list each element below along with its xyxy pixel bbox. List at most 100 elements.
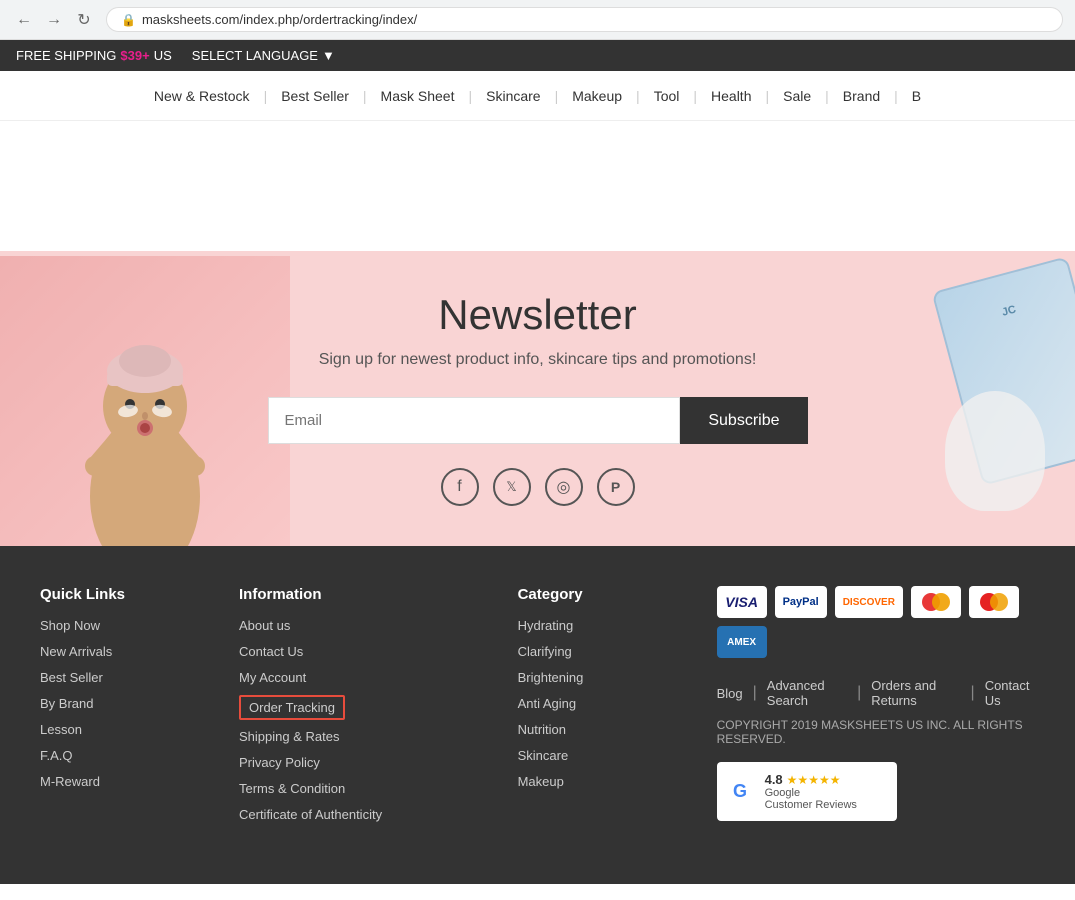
social-icons: f 𝕏 ◎ P (268, 468, 808, 506)
blog-link[interactable]: Blog (717, 686, 743, 701)
forward-button[interactable]: → (42, 8, 66, 32)
makeup-link[interactable]: Makeup (518, 774, 564, 789)
nav-items-list: New & Restock | Best Seller | Mask Sheet… (140, 88, 935, 104)
brightening-link[interactable]: Brightening (518, 670, 584, 685)
instagram-icon[interactable]: ◎ (545, 468, 583, 506)
list-item: Best Seller (40, 669, 239, 687)
anti-aging-link[interactable]: Anti Aging (518, 696, 577, 711)
nav-item-tool[interactable]: Tool (640, 88, 694, 104)
contact-us-link[interactable]: Contact Us (239, 644, 303, 659)
nav-item-health[interactable]: Health (697, 88, 765, 104)
nav-link-new-restock[interactable]: New & Restock (140, 88, 264, 104)
new-arrivals-link[interactable]: New Arrivals (40, 644, 112, 659)
facebook-icon[interactable]: f (441, 468, 479, 506)
nav-item-makeup[interactable]: Makeup (558, 88, 636, 104)
shipping-region: US (154, 48, 172, 63)
amex-payment-icon: AMEX (717, 626, 767, 658)
sep-3: | (971, 684, 975, 702)
information-heading: Information (239, 586, 518, 603)
newsletter-subtitle: Sign up for newest product info, skincar… (268, 351, 808, 369)
list-item: Anti Aging (518, 695, 717, 713)
mastercard-payment-icon (969, 586, 1019, 618)
sep-2: | (857, 684, 861, 702)
google-reviews-widget[interactable]: G 4.8 ★★★★★ Google Customer Reviews (717, 762, 897, 821)
list-item: Shop Now (40, 617, 239, 635)
nav-link-skincare[interactable]: Skincare (472, 88, 554, 104)
category-heading: Category (518, 586, 717, 603)
nutrition-link[interactable]: Nutrition (518, 722, 566, 737)
list-item: Clarifying (518, 643, 717, 661)
pinterest-icon[interactable]: P (597, 468, 635, 506)
by-brand-link[interactable]: By Brand (40, 696, 93, 711)
footer-category: Category Hydrating Clarifying Brightenin… (518, 586, 717, 824)
subscribe-button[interactable]: Subscribe (680, 397, 807, 444)
address-bar[interactable]: 🔒 masksheets.com/index.php/ordertracking… (106, 7, 1063, 32)
nav-link-tool[interactable]: Tool (640, 88, 694, 104)
advanced-search-link[interactable]: Advanced Search (767, 678, 847, 708)
back-button[interactable]: ← (12, 8, 36, 32)
refresh-button[interactable]: ↻ (72, 8, 96, 32)
nav-link-b[interactable]: B (898, 88, 935, 104)
twitter-icon[interactable]: 𝕏 (493, 468, 531, 506)
browser-nav-buttons: ← → ↻ (12, 8, 96, 32)
customer-reviews-label: Customer Reviews (765, 799, 857, 811)
svg-text:G: G (733, 781, 747, 801)
maestro-payment-icon (911, 586, 961, 618)
skincare-link[interactable]: Skincare (518, 748, 569, 763)
orders-returns-link[interactable]: Orders and Returns (871, 678, 960, 708)
email-input[interactable] (268, 397, 681, 444)
newsletter-section: JC Newsletter Sign up for newest product… (0, 251, 1075, 546)
nav-link-makeup[interactable]: Makeup (558, 88, 636, 104)
newsletter-content: Newsletter Sign up for newest product in… (248, 251, 828, 546)
lesson-link[interactable]: Lesson (40, 722, 82, 737)
clarifying-link[interactable]: Clarifying (518, 644, 572, 659)
stars-icon: ★★★★★ (787, 773, 841, 787)
m-reward-link[interactable]: M-Reward (40, 774, 100, 789)
copyright-text: COPYRIGHT 2019 MASKSHEETS US INC. ALL RI… (717, 718, 1035, 746)
newsletter-title: Newsletter (268, 291, 808, 339)
contact-us-bottom-link[interactable]: Contact Us (985, 678, 1035, 708)
nav-item-skincare[interactable]: Skincare (472, 88, 554, 104)
nav-item-mask-sheet[interactable]: Mask Sheet (367, 88, 469, 104)
list-item: Terms & Condition (239, 780, 518, 798)
nav-item-sale[interactable]: Sale (769, 88, 825, 104)
privacy-policy-link[interactable]: Privacy Policy (239, 755, 320, 770)
google-g-icon: G (731, 777, 755, 806)
certificate-link[interactable]: Certificate of Authenticity (239, 807, 382, 822)
nav-link-brand[interactable]: Brand (829, 88, 894, 104)
nav-link-health[interactable]: Health (697, 88, 765, 104)
list-item: M-Reward (40, 773, 239, 791)
hydrating-link[interactable]: Hydrating (518, 618, 574, 633)
shipping-rates-link[interactable]: Shipping & Rates (239, 729, 339, 744)
best-seller-link[interactable]: Best Seller (40, 670, 103, 685)
list-item: My Account (239, 669, 518, 687)
quick-links-list: Shop Now New Arrivals Best Seller By Bra… (40, 617, 239, 791)
footer-bottom-links: Blog | Advanced Search | Orders and Retu… (717, 678, 1035, 708)
shop-now-link[interactable]: Shop Now (40, 618, 100, 633)
free-shipping-notice: FREE SHIPPING $39+ US (16, 48, 172, 63)
language-select[interactable]: SELECT LANGUAGE ▼ (192, 48, 335, 63)
nav-link-mask-sheet[interactable]: Mask Sheet (367, 88, 469, 104)
reviews-info: 4.8 ★★★★★ Google Customer Reviews (765, 772, 857, 811)
nav-item-brand[interactable]: Brand (829, 88, 894, 104)
order-tracking-link[interactable]: Order Tracking (239, 695, 345, 720)
list-item: Order Tracking (239, 695, 518, 720)
shipping-price: $39+ (120, 48, 149, 63)
rating-value: 4.8 (765, 772, 783, 787)
nav-item-best-seller[interactable]: Best Seller (267, 88, 363, 104)
list-item: Lesson (40, 721, 239, 739)
nav-link-sale[interactable]: Sale (769, 88, 825, 104)
list-item: About us (239, 617, 518, 635)
discover-payment-icon: DISCOVER (835, 586, 903, 618)
about-us-link[interactable]: About us (239, 618, 290, 633)
announcement-bar: FREE SHIPPING $39+ US SELECT LANGUAGE ▼ (0, 40, 1075, 71)
nav-item-b[interactable]: B (898, 88, 935, 104)
nav-item-new-restock[interactable]: New & Restock (140, 88, 264, 104)
terms-conditions-link[interactable]: Terms & Condition (239, 781, 345, 796)
my-account-link[interactable]: My Account (239, 670, 306, 685)
language-label: SELECT LANGUAGE (192, 48, 318, 63)
faq-link[interactable]: F.A.Q (40, 748, 73, 763)
list-item: Hydrating (518, 617, 717, 635)
nav-link-best-seller[interactable]: Best Seller (267, 88, 363, 104)
footer-information: Information About us Contact Us My Accou… (239, 586, 518, 824)
